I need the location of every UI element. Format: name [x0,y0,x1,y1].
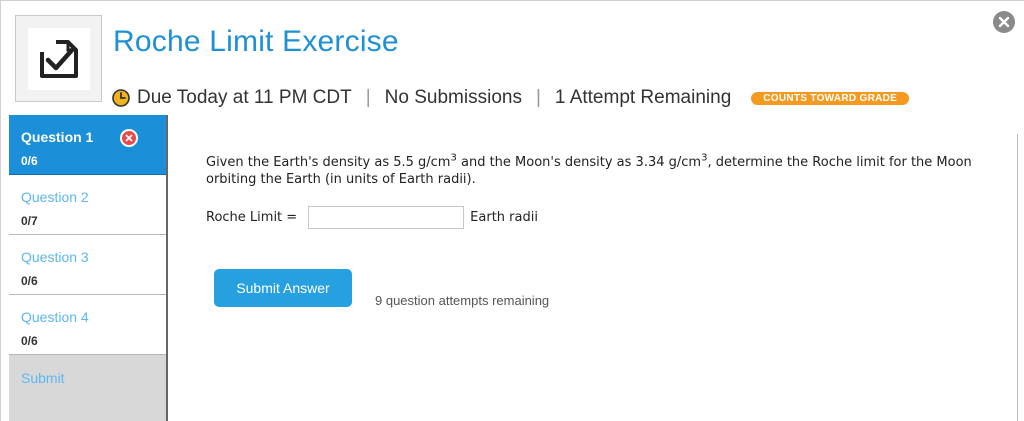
submit-answer-button[interactable]: Submit Answer [214,269,352,307]
sidebar-item-question-3[interactable]: Question 3 0/6 [9,235,166,295]
answer-label: Roche Limit = [206,210,298,225]
checklist-icon [15,15,102,102]
submissions-status: No Submissions [384,87,522,108]
attempts-remaining: 1 Attempt Remaining [554,87,732,108]
question-text-part: Given the Earth's density as 5.5 g/cm [206,155,451,170]
question-attempts-remaining: 9 question attempts remaining [375,293,550,308]
answer-row: Roche Limit = Earth radii [206,206,538,229]
assignment-window: Roche Limit Exercise Due Today at 11 PM … [0,0,1024,421]
close-icon[interactable] [993,11,1015,33]
sidebar-item-question-1[interactable]: Question 1 0/6 [9,115,166,175]
question-score: 0/6 [21,274,38,288]
meta-separator: | [535,87,541,108]
x-circle-icon [120,129,138,147]
answer-unit: Earth radii [470,210,538,225]
page-title: Roche Limit Exercise [113,25,399,58]
meta-separator: | [365,87,371,108]
roche-limit-input[interactable] [308,206,465,229]
grade-badge: COUNTS TOWARD GRADE [751,91,910,105]
sidebar-item-question-2[interactable]: Question 2 0/7 [9,175,166,235]
assignment-meta: Due Today at 11 PM CDT | No Submissions … [112,87,910,109]
sidebar-item-question-4[interactable]: Question 4 0/6 [9,295,166,355]
due-date: Due Today at 11 PM CDT [137,87,352,108]
question-label: Question 3 [21,249,89,265]
question-label: Question 1 [21,129,94,145]
clock-icon [112,89,130,107]
question-label: Question 2 [21,189,89,205]
question-text-part: and the Moon's density as 3.34 g/cm [456,155,702,170]
question-text: Given the Earth's density as 5.5 g/cm3 a… [206,153,986,188]
question-label: Question 4 [21,309,89,325]
panel-divider [1017,134,1018,421]
question-sidebar: Question 1 0/6 Question 2 0/7 Question 3… [9,115,168,421]
question-score: 0/7 [21,214,38,228]
question-score: 0/6 [21,154,38,168]
sidebar-submit[interactable]: Submit [9,355,166,421]
question-score: 0/6 [21,334,38,348]
